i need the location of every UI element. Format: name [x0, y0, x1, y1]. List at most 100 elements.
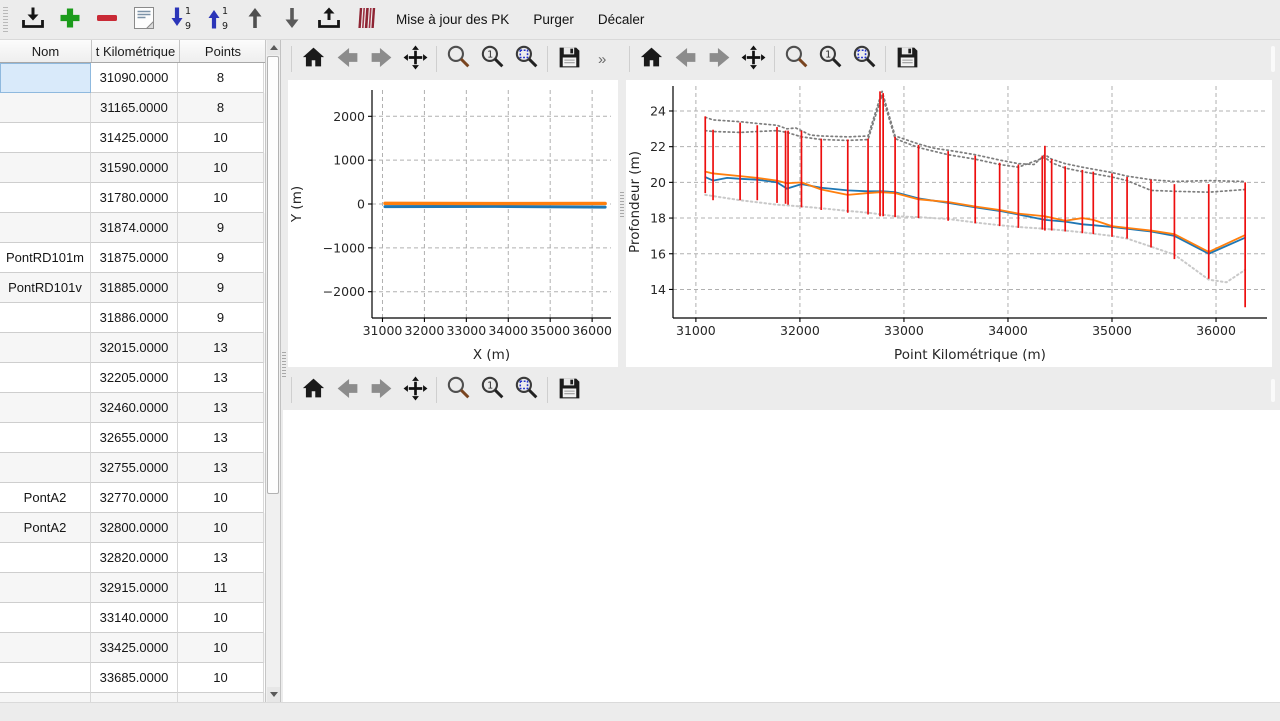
cell-points[interactable]: 8: [178, 93, 264, 123]
move-up-button[interactable]: [238, 4, 272, 36]
cell-nom[interactable]: PontRD101m: [0, 243, 91, 273]
zoom-one-button[interactable]: 1: [475, 42, 509, 76]
cell-points[interactable]: 10: [178, 183, 264, 213]
cell-point-kilometrique[interactable]: 33425.0000: [91, 633, 178, 663]
forward-button[interactable]: [364, 42, 398, 76]
cell-points[interactable]: 9: [178, 273, 264, 303]
cell-nom[interactable]: [0, 303, 91, 333]
cell-nom[interactable]: PontRD101v: [0, 273, 91, 303]
save-button[interactable]: [552, 373, 586, 407]
profils-button[interactable]: [349, 4, 383, 36]
cell-nom[interactable]: PontA2: [0, 513, 91, 543]
column-header-point-kilometrique[interactable]: t Kilométrique: [92, 40, 180, 62]
cell-points[interactable]: 13: [178, 543, 264, 573]
cell-point-kilometrique[interactable]: 31885.0000: [91, 273, 178, 303]
zoom-button[interactable]: [779, 42, 813, 76]
zoom-region-button[interactable]: [509, 373, 543, 407]
sort-descending-button[interactable]: 19: [164, 4, 198, 36]
maj-pk-button[interactable]: Mise à jour des PK: [385, 4, 520, 36]
cell-nom[interactable]: [0, 633, 91, 663]
save-button[interactable]: [890, 42, 924, 76]
cell-nom[interactable]: [0, 543, 91, 573]
splitter-handle-table-plots[interactable]: [282, 352, 286, 378]
cell-point-kilometrique[interactable]: 31090.0000: [91, 63, 178, 93]
cell-points[interactable]: 10: [178, 483, 264, 513]
table-scrollbar[interactable]: [265, 40, 280, 702]
back-button[interactable]: [668, 42, 702, 76]
forward-button[interactable]: [364, 373, 398, 407]
cell-nom[interactable]: [0, 333, 91, 363]
profile-plot-canvas[interactable]: 3100032000330003400035000360001416182022…: [626, 80, 1272, 367]
cell-nom[interactable]: PontA2: [0, 483, 91, 513]
cell-point-kilometrique[interactable]: 32800.0000: [91, 513, 178, 543]
import-button[interactable]: [16, 4, 50, 36]
zoom-one-button[interactable]: 1: [813, 42, 847, 76]
notes-button[interactable]: [127, 4, 161, 36]
decaler-button[interactable]: Décaler: [587, 4, 656, 36]
toolbar-grip[interactable]: [3, 7, 8, 33]
cell-nom[interactable]: [0, 663, 91, 693]
cell-points[interactable]: 9: [178, 213, 264, 243]
pan-button[interactable]: [398, 42, 432, 76]
cell-points[interactable]: 10: [178, 603, 264, 633]
cell-points[interactable]: 13: [178, 393, 264, 423]
cell-nom[interactable]: [0, 123, 91, 153]
cell-points[interactable]: 9: [178, 303, 264, 333]
pan-button[interactable]: [736, 42, 770, 76]
home-button[interactable]: [296, 42, 330, 76]
zoom-button[interactable]: [441, 373, 475, 407]
cell-point-kilometrique[interactable]: 31886.0000: [91, 303, 178, 333]
cell-nom[interactable]: [0, 573, 91, 603]
xy-plot-canvas[interactable]: 310003200033000340003500036000−2000−1000…: [288, 80, 618, 367]
zoom-button[interactable]: [441, 42, 475, 76]
scroll-up-button[interactable]: [267, 40, 280, 55]
cell-point-kilometrique[interactable]: 33685.0000: [91, 663, 178, 693]
cell-point-kilometrique[interactable]: 32755.0000: [91, 453, 178, 483]
home-button[interactable]: [296, 373, 330, 407]
cell-point-kilometrique[interactable]: 32205.0000: [91, 363, 178, 393]
cell-point-kilometrique[interactable]: 31874.0000: [91, 213, 178, 243]
cell-point-kilometrique[interactable]: 32820.0000: [91, 543, 178, 573]
cell-point-kilometrique[interactable]: 31425.0000: [91, 123, 178, 153]
back-button[interactable]: [330, 42, 364, 76]
zoom-region-button[interactable]: [847, 42, 881, 76]
cell-point-kilometrique[interactable]: 31875.0000: [91, 243, 178, 273]
cell-points[interactable]: 10: [178, 633, 264, 663]
cell-point-kilometrique[interactable]: 32915.0000: [91, 573, 178, 603]
cell-nom[interactable]: [0, 423, 91, 453]
move-down-button[interactable]: [275, 4, 309, 36]
cell-nom[interactable]: [0, 153, 91, 183]
cell[interactable]: [91, 693, 178, 702]
cell-nom[interactable]: [0, 393, 91, 423]
pan-button[interactable]: [398, 373, 432, 407]
back-button[interactable]: [330, 373, 364, 407]
cell-nom[interactable]: [0, 453, 91, 483]
cell-nom[interactable]: [0, 603, 91, 633]
cell-point-kilometrique[interactable]: 31165.0000: [91, 93, 178, 123]
column-header-nom[interactable]: Nom: [0, 40, 92, 62]
scroll-down-button[interactable]: [267, 687, 280, 702]
cell-point-kilometrique[interactable]: 32015.0000: [91, 333, 178, 363]
cell-nom[interactable]: [0, 63, 91, 93]
cell[interactable]: [178, 693, 264, 702]
bottom-panel-scrollbar[interactable]: [1271, 379, 1275, 402]
add-row-button[interactable]: [53, 4, 87, 36]
cell-points[interactable]: 10: [178, 123, 264, 153]
cell-nom[interactable]: [0, 363, 91, 393]
home-button[interactable]: [634, 42, 668, 76]
zoom-one-button[interactable]: 1: [475, 373, 509, 407]
cell-points[interactable]: 8: [178, 63, 264, 93]
cell-points[interactable]: 10: [178, 513, 264, 543]
cell-points[interactable]: 13: [178, 363, 264, 393]
scrollbar-thumb[interactable]: [267, 56, 279, 494]
cell-points[interactable]: 10: [178, 663, 264, 693]
toolbar-overflow-button[interactable]: »: [592, 50, 613, 69]
cell-point-kilometrique[interactable]: 32655.0000: [91, 423, 178, 453]
cell[interactable]: [0, 693, 91, 702]
cell-point-kilometrique[interactable]: 32770.0000: [91, 483, 178, 513]
cell-points[interactable]: 9: [178, 243, 264, 273]
cell-points[interactable]: 13: [178, 423, 264, 453]
cell-nom[interactable]: [0, 183, 91, 213]
right-panel-scrollbar[interactable]: [1271, 46, 1275, 72]
cell-points[interactable]: 13: [178, 333, 264, 363]
